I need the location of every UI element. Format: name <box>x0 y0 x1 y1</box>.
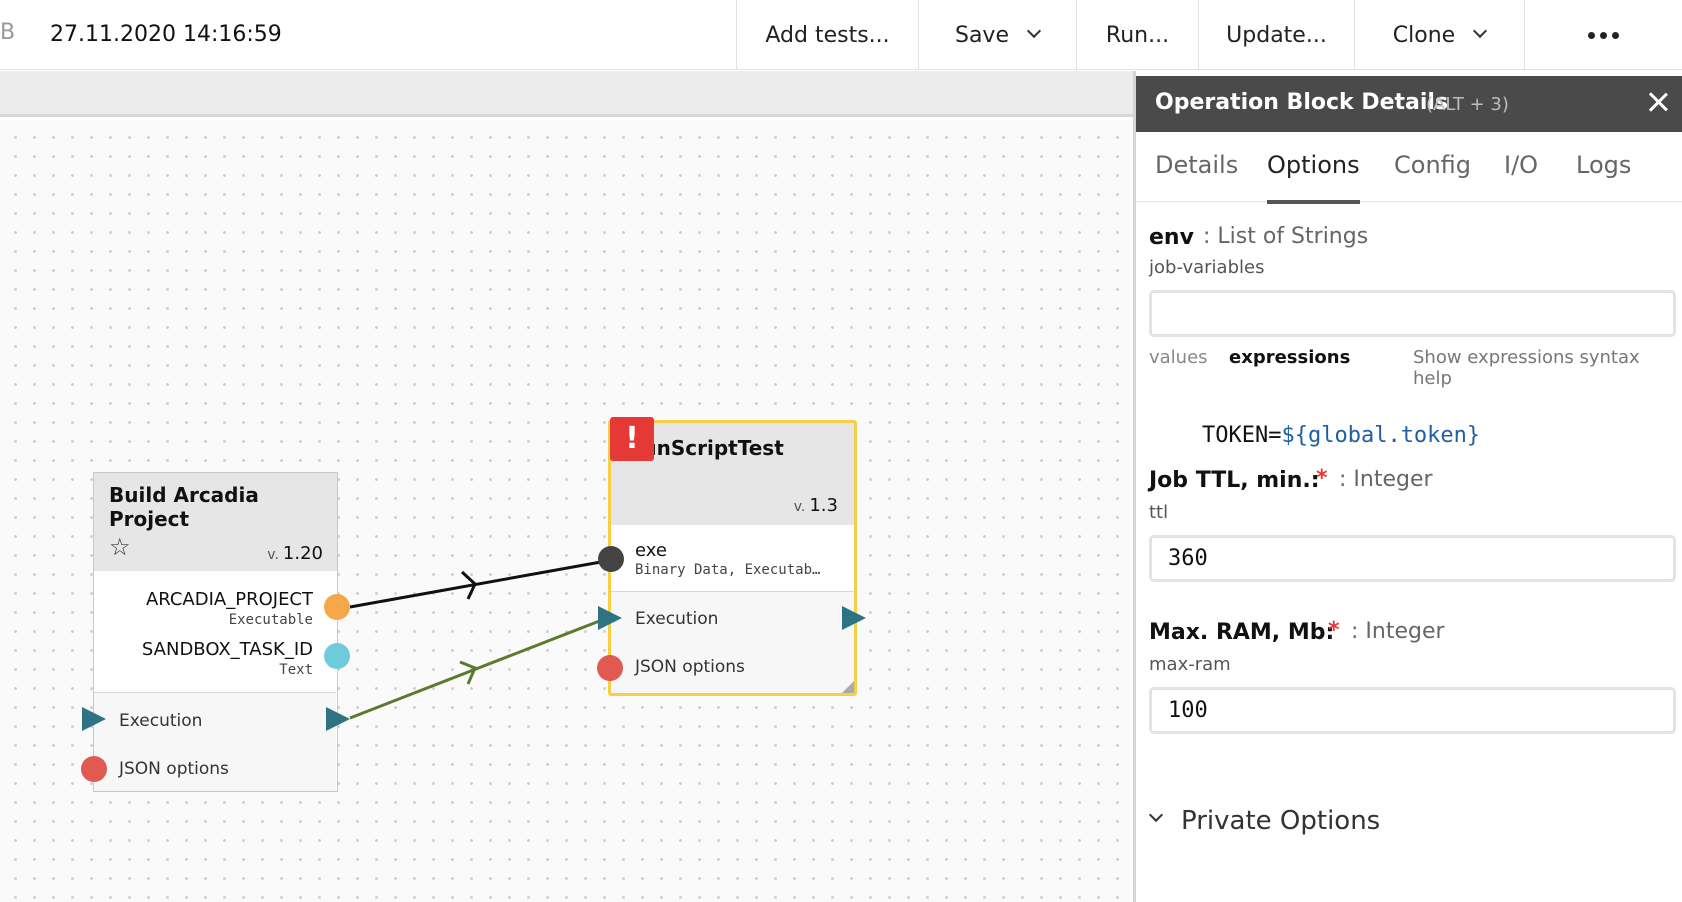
chevron-down-icon <box>1149 810 1163 824</box>
panel-shortcut-hint: (ALT + 3) <box>1426 94 1509 115</box>
expression-key: TOKEN= <box>1202 423 1282 448</box>
node-header: Build Arcadia Project ☆ v. 1.20 <box>94 473 337 571</box>
output-port-label: SANDBOX_TASK_ID <box>141 639 313 660</box>
version-number: 1.3 <box>809 495 838 516</box>
output-port-label: ARCADIA_PROJECT <box>145 589 313 610</box>
field-type-env: : List of Strings <box>1203 224 1369 249</box>
data-edge[interactable] <box>349 558 613 609</box>
execution-output-triangle[interactable] <box>326 707 350 731</box>
more-dots-icon <box>1588 31 1619 39</box>
tab-details[interactable]: Details <box>1155 151 1238 200</box>
field-name-env: env <box>1149 225 1194 250</box>
node-footer: Execution JSON options <box>611 592 854 693</box>
tab-config[interactable]: Config <box>1394 151 1471 200</box>
chevron-down-icon <box>1473 26 1486 39</box>
field-key-ram: max-ram <box>1149 654 1231 675</box>
execution-input-triangle[interactable] <box>82 707 106 731</box>
run-script-test-node[interactable]: RunScriptTest v. 1.3 exe Binary Data, Exe… <box>608 420 857 696</box>
tab-io[interactable]: I/O <box>1504 151 1538 200</box>
output-port-dot[interactable] <box>324 594 350 620</box>
field-name-ttl: Job TTL, min.: <box>1149 468 1320 493</box>
panel-header: Operation Block Details (ALT + 3) <box>1136 76 1682 132</box>
ram-input[interactable] <box>1149 687 1676 734</box>
details-panel: Operation Block Details (ALT + 3) Detail… <box>1136 71 1682 902</box>
node-version: v. 1.20 <box>267 543 323 564</box>
output-port-dot[interactable] <box>324 643 350 669</box>
node-footer: Execution JSON options <box>94 693 336 791</box>
node-title: Build Arcadia Project <box>109 483 259 531</box>
panel-title: Operation Block Details <box>1155 90 1449 115</box>
tab-logs[interactable]: Logs <box>1576 151 1631 200</box>
private-options-label: Private Options <box>1181 806 1381 836</box>
update-button[interactable]: Update... <box>1198 0 1354 70</box>
build-arcadia-node[interactable]: Build Arcadia Project ☆ v. 1.20 ARCADIA_P… <box>93 472 338 792</box>
output-port-type: Text <box>279 662 313 678</box>
more-button[interactable] <box>1524 0 1682 70</box>
panel-tabs: Details Options Config I/O Logs <box>1136 132 1682 204</box>
execution-input-triangle[interactable] <box>598 606 622 630</box>
json-options-dot[interactable] <box>81 756 107 782</box>
mode-values-toggle[interactable]: values <box>1149 347 1208 368</box>
tab-options[interactable]: Options <box>1267 151 1360 204</box>
expression-editor[interactable]: TOKEN=${global.token} <box>1202 423 1480 448</box>
input-port-type: Binary Data, Executab… <box>635 562 821 578</box>
expression-variable: ${global.token} <box>1281 423 1481 448</box>
output-port-type: Executable <box>228 612 313 628</box>
version-number: 1.20 <box>282 543 323 564</box>
execution-label: Execution <box>635 609 719 629</box>
field-type-ttl: : Integer <box>1339 467 1433 492</box>
required-mark: * <box>1316 466 1328 491</box>
execution-output-triangle[interactable] <box>842 606 866 630</box>
env-input[interactable] <box>1149 290 1676 337</box>
input-port-dot[interactable] <box>598 546 624 572</box>
update-label: Update... <box>1226 22 1327 48</box>
execution-label: Execution <box>119 711 203 731</box>
json-options-label: JSON options <box>635 657 745 677</box>
syntax-help-link[interactable]: Show expressions syntax help <box>1413 347 1682 389</box>
star-icon[interactable]: ☆ <box>109 533 131 561</box>
private-options-toggle[interactable]: Private Options <box>1149 806 1380 836</box>
field-name-ram: Max. RAM, Mb: <box>1149 620 1335 645</box>
version-prefix: v. <box>267 547 279 563</box>
required-mark: * <box>1328 618 1340 643</box>
json-options-label: JSON options <box>119 759 229 779</box>
clone-button[interactable]: Clone <box>1354 0 1524 70</box>
field-key-ttl: ttl <box>1149 502 1169 523</box>
close-icon[interactable] <box>1646 90 1670 114</box>
field-key-env: job-variables <box>1149 257 1265 278</box>
warning-icon[interactable]: ! <box>610 417 654 461</box>
field-type-ram: : Integer <box>1351 619 1445 644</box>
node-version: v. 1.3 <box>794 495 838 516</box>
clone-label: Clone <box>1392 22 1456 48</box>
mode-expressions-toggle[interactable]: expressions <box>1229 347 1350 368</box>
resize-corner-icon[interactable] <box>842 681 854 693</box>
version-prefix: v. <box>793 499 806 515</box>
json-options-dot[interactable] <box>597 655 623 681</box>
input-port-label: exe <box>635 540 667 561</box>
ttl-input[interactable] <box>1149 535 1676 582</box>
